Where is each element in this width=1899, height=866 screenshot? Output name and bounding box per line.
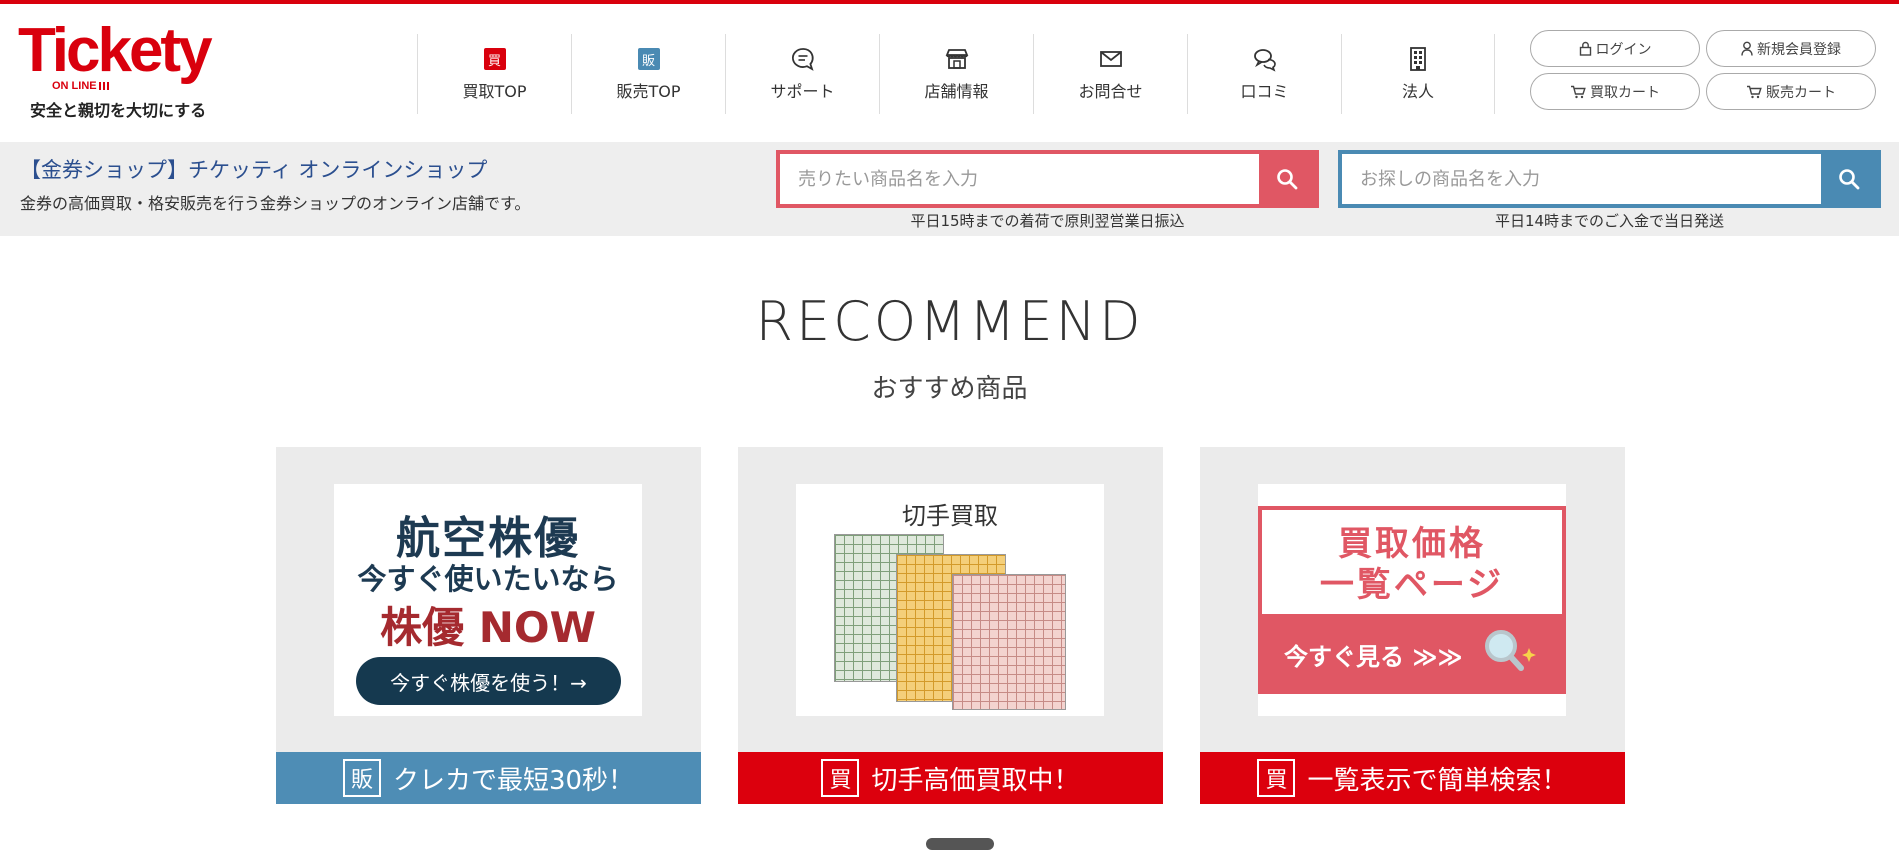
sell-search-button[interactable] [1259,154,1315,204]
user-icon [1741,41,1753,56]
nav-reviews[interactable]: 口コミ [1187,34,1341,114]
banner-cta-band: 今すぐ見る ≫≫ [1258,614,1566,694]
banner-cta-text: 今すぐ見る ≫≫ [1284,642,1463,671]
sell-badge-text: 販 [637,48,660,70]
recommend-card-kabuyu[interactable]: 航空株優 今すぐ使いたいなら 株優 NOW 今すぐ株優を使う！→ 販 クレカで最… [276,447,701,804]
card-caption-text: 切手高価買取中！ [871,765,1080,796]
card-caption-text: 一覧表示で簡単検索！ [1307,765,1568,796]
nav-label: 買取TOP [462,82,527,101]
search-icon [1839,169,1860,190]
login-button[interactable]: ログイン [1530,30,1700,67]
sell-search-input[interactable] [780,154,1260,204]
nav-label: 法人 [1401,82,1434,101]
main-nav: 買 買取TOP 販 販売TOP サポート 店舗情報 お問合せ 口コミ 法人 [417,34,1495,114]
logo-online-text: ON LINE [52,80,109,92]
nav-label: 販売TOP [616,82,681,101]
sell-cart-label: 販売カート [1766,84,1836,101]
recommend-card-stamps[interactable]: 切手買取 買 切手高価買取中！ [738,447,1163,804]
sell-badge-icon: 販 [636,46,662,72]
price-list-banner: 買取価格 一覧ページ 今すぐ見る ≫≫ [1258,484,1566,716]
buy-badge-icon: 買 [821,759,860,797]
comments-icon [1252,46,1278,72]
lock-icon [1579,41,1591,56]
nav-buy-top[interactable]: 買 買取TOP [417,34,571,114]
nav-label: 店舗情報 [924,82,989,101]
nav-label: 口コミ [1240,82,1289,101]
site-logo[interactable]: Tickety ON LINE 安全と親切を大切にする [18,20,238,126]
search-band: 【金券ショップ】チケッティ オンラインショップ 金券の高価買取・格安販売を行う金… [0,142,1899,236]
sell-badge-icon: 販 [342,759,381,797]
account-buttons: ログイン 新規会員登録 買取カート 販売カート [1530,30,1880,110]
sell-cart-button[interactable]: 販売カート [1706,73,1876,110]
nav-label: サポート [770,82,835,101]
buy-badge-icon: 買 [482,46,508,72]
card-caption: 買 一覧表示で簡単検索！ [1200,752,1625,804]
buy-cart-label: 買取カート [1590,84,1660,101]
card-caption: 買 切手高価買取中！ [738,752,1163,804]
stamp-sheet-pink [952,574,1066,710]
shop-title[interactable]: 【金券ショップ】チケッティ オンラインショップ [20,154,487,184]
nav-store-info[interactable]: 店舗情報 [879,34,1033,114]
buy-badge-icon: 買 [1257,759,1296,797]
sell-search-box [776,150,1319,208]
building-icon [1405,46,1431,72]
buy-search-box [1338,150,1881,208]
stamp-banner: 切手買取 [796,484,1104,716]
buy-search-input[interactable] [1342,154,1822,204]
banner-subline: 今すぐ使いたいなら [357,562,619,596]
buy-search-button[interactable] [1821,154,1877,204]
nav-label: お問合せ [1078,82,1143,101]
buy-search-note: 平日14時までのご入金で当日発送 [1494,212,1725,230]
cart-icon [1747,85,1762,98]
card-caption: 販 クレカで最短30秒！ [276,752,701,804]
site-header: Tickety ON LINE 安全と親切を大切にする 買 買取TOP 販 販売… [0,4,1899,142]
register-button[interactable]: 新規会員登録 [1706,30,1876,67]
store-icon [944,46,970,72]
banner-line: 一覧ページ [1319,564,1505,605]
register-label: 新規会員登録 [1757,41,1841,58]
banner-headline: 買取価格 一覧ページ [1258,524,1566,606]
logo-wordmark: Tickety [18,16,213,85]
magnifier-icon [1484,630,1536,671]
sell-search-note: 平日15時までの着荷で原則翌営業日振込 [910,212,1185,230]
cart-icon [1571,85,1586,98]
login-label: ログイン [1595,41,1652,58]
buy-cart-button[interactable]: 買取カート [1530,73,1700,110]
nav-support[interactable]: サポート [725,34,879,114]
buy-badge-text: 買 [483,48,506,70]
banner-cta: 今すぐ株優を使う！→ [356,657,621,705]
carousel-indicator[interactable] [926,838,994,850]
banner-line: 買取価格 [1338,524,1486,564]
nav-sell-top[interactable]: 販 販売TOP [571,34,725,114]
shop-description: 金券の高価買取・格安販売を行う金券ショップのオンライン店舗です。 [20,194,531,213]
kabuyu-banner: 航空株優 今すぐ使いたいなら 株優 NOW 今すぐ株優を使う！→ [334,484,642,716]
search-icon [1277,169,1298,190]
nav-corporate[interactable]: 法人 [1341,34,1495,114]
logo-tagline: 安全と親切を大切にする [30,101,207,120]
mail-icon [1098,46,1124,72]
recommend-card-price-list[interactable]: 買取価格 一覧ページ 今すぐ見る ≫≫ 買 一覧表示で簡単検索！ [1200,447,1625,804]
banner-headline: 切手買取 [902,502,998,530]
banner-brand: 株優 NOW [380,603,596,652]
recommend-heading: RECOMMEND [755,290,1144,353]
recommend-subheading: おすすめ商品 [871,374,1028,404]
chat-bubble-icon [790,46,816,72]
nav-contact[interactable]: お問合せ [1033,34,1187,114]
card-caption-text: クレカで最短30秒！ [392,765,635,796]
